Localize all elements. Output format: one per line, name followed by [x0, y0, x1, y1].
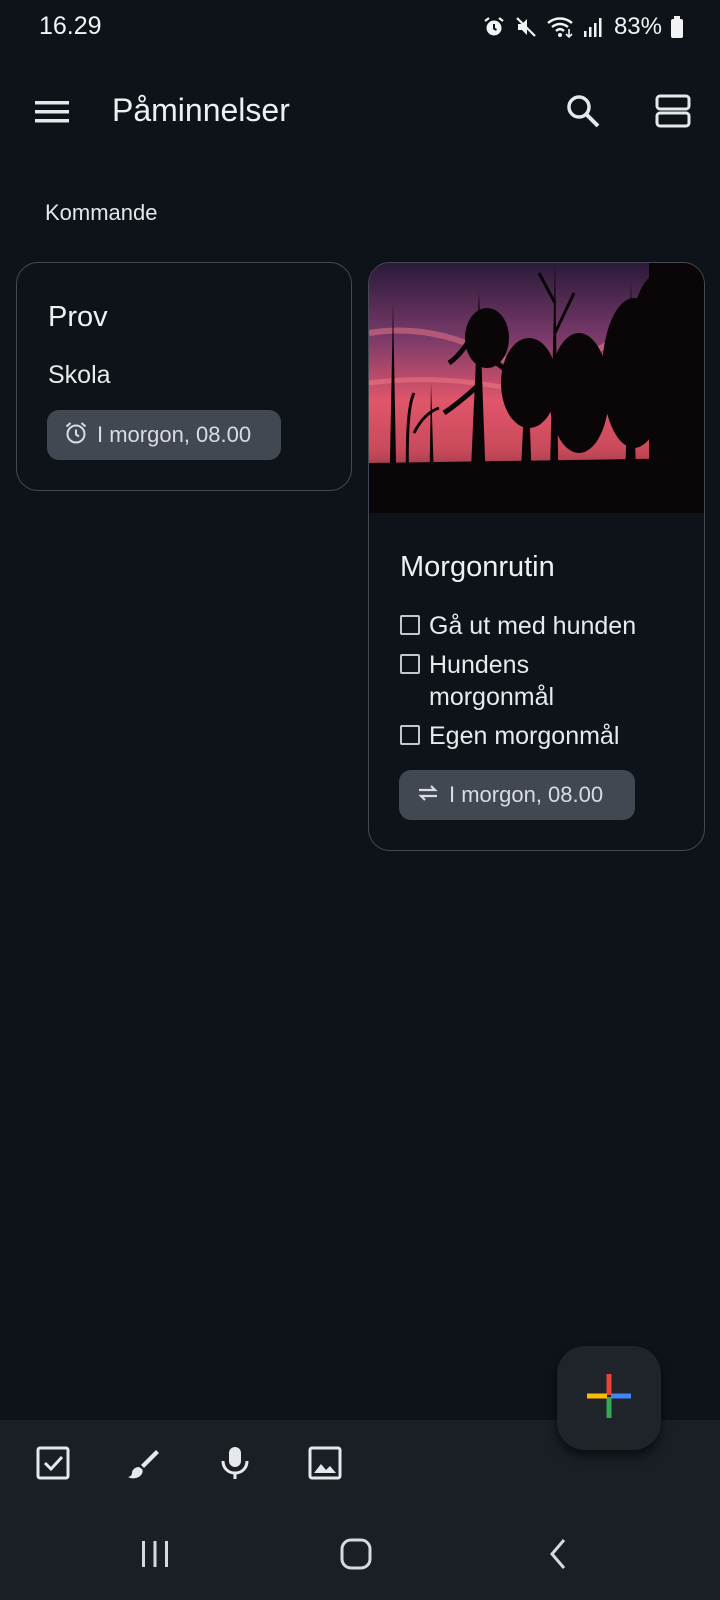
list-layout-icon: [655, 93, 691, 134]
page-title: Påminnelser: [112, 92, 290, 128]
signal-icon: [582, 15, 604, 39]
note-title: Prov: [48, 301, 108, 333]
new-drawing-button[interactable]: [120, 1442, 166, 1488]
new-image-button[interactable]: [302, 1442, 348, 1488]
reminder-text: I morgon, 08.00: [449, 782, 604, 807]
battery-percent: 83%: [613, 13, 662, 40]
recents-button[interactable]: [125, 1534, 185, 1578]
back-icon: [546, 1537, 570, 1576]
status-time: 16.29: [39, 12, 102, 40]
checklist-item-label: Egen morgonmål: [429, 722, 620, 750]
checklist-item[interactable]: Gå ut med hunden: [400, 610, 690, 642]
mute-icon: [514, 15, 538, 39]
note-card[interactable]: Morgonrutin Gå ut med hunden Hundens mor…: [368, 262, 705, 851]
repeat-icon: [415, 780, 441, 811]
note-body: Skola: [48, 361, 111, 389]
menu-icon: [34, 98, 70, 131]
system-nav-bar: [0, 1510, 720, 1600]
brush-icon: [125, 1445, 161, 1486]
reminder-chip[interactable]: I morgon, 08.00: [47, 410, 281, 460]
menu-button[interactable]: [30, 92, 74, 136]
reminder-chip[interactable]: I morgon, 08.00: [399, 770, 635, 820]
app-bar: Påminnelser: [0, 70, 720, 156]
checklist-item-label: Gå ut med hunden: [429, 612, 637, 640]
plus-icon: [585, 1372, 633, 1425]
mic-icon: [217, 1445, 253, 1486]
checkbox-icon: [35, 1445, 71, 1486]
image-icon: [307, 1445, 343, 1486]
home-icon: [339, 1537, 373, 1576]
layout-toggle-button[interactable]: [650, 90, 696, 136]
checkbox[interactable]: [400, 725, 420, 745]
note-card[interactable]: Prov Skola I morgon, 08.00: [16, 262, 352, 491]
recents-icon: [138, 1539, 172, 1574]
note-title: Morgonrutin: [400, 551, 555, 583]
new-list-button[interactable]: [30, 1442, 76, 1488]
home-button[interactable]: [326, 1534, 386, 1578]
checklist: Gå ut med hunden Hundens morgonmål Egen …: [400, 610, 690, 759]
back-button[interactable]: [528, 1534, 588, 1578]
search-icon: [565, 93, 601, 134]
checkbox[interactable]: [400, 654, 420, 674]
section-label: Kommande: [45, 200, 158, 225]
wifi-icon: [546, 15, 574, 39]
checkbox[interactable]: [400, 615, 420, 635]
checklist-item[interactable]: Hundens morgonmål: [400, 649, 690, 713]
checklist-item-label: Hundens morgonmål: [429, 651, 555, 711]
status-bar: 16.29 83%: [0, 0, 720, 56]
note-image: [369, 263, 704, 514]
alarm-icon: [63, 420, 89, 451]
checklist-item[interactable]: Egen morgonmål: [400, 720, 690, 752]
status-icons: 83%: [482, 12, 684, 42]
search-button[interactable]: [560, 90, 606, 136]
battery-icon: [670, 15, 684, 39]
reminder-text: I morgon, 08.00: [97, 422, 252, 447]
create-note-button[interactable]: [557, 1346, 661, 1450]
alarm-icon: [482, 15, 506, 39]
new-audio-button[interactable]: [212, 1442, 258, 1488]
